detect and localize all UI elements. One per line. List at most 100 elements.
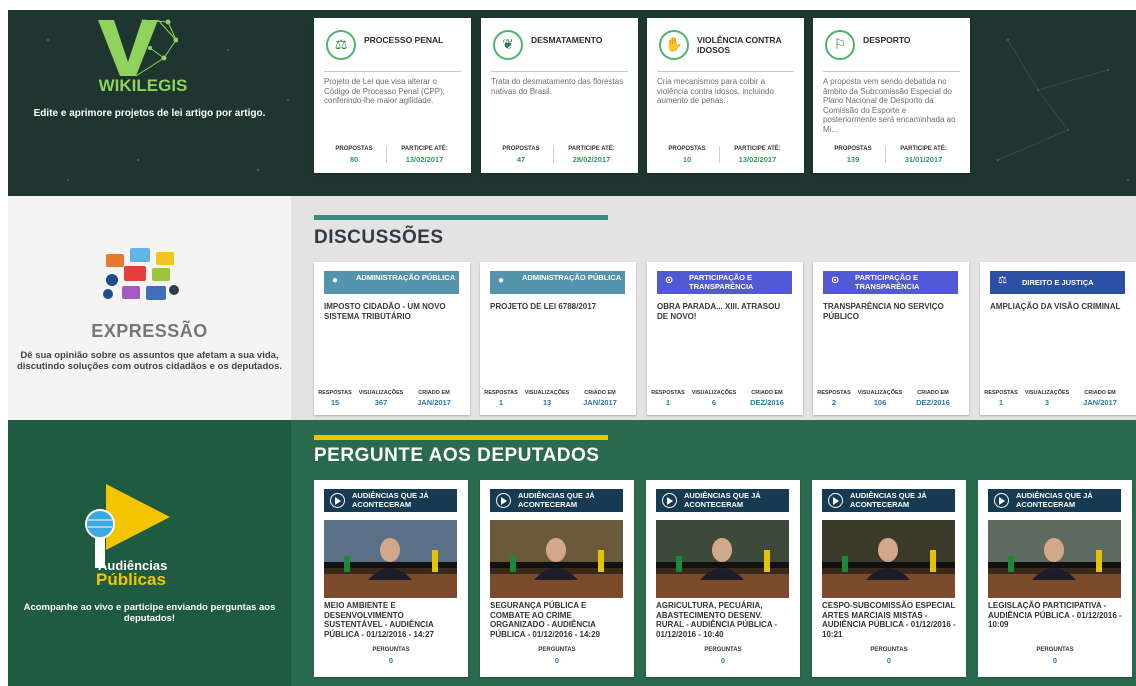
audiencia-card[interactable]: AUDIÊNCIAS QUE JÁ ACONTECERAM AGRICULTURA… <box>646 480 800 677</box>
person-icon: ● <box>332 275 339 286</box>
stat-label: PARTICIPE ATÉ: <box>900 146 947 152</box>
expressao-section: EXPRESSÃO Dê sua opinião sobre os assunt… <box>8 196 1136 420</box>
discussion-title[interactable]: IMPOSTO CIDADÃO - UM NOVO SISTEMA TRIBUT… <box>324 302 460 321</box>
person-icon: ● <box>498 275 505 286</box>
stat-label: VISUALIZAÇÕES <box>691 390 737 396</box>
project-description: Cria mecanismos para coibir a violência … <box>657 77 774 105</box>
audiencia-title[interactable]: CESPO-SUBCOMISSÃO ESPECIAL ARTES MARCIAI… <box>822 601 958 639</box>
propostas-stat: PROPOSTAS 47 <box>491 146 551 163</box>
category-tag[interactable]: ⊙ PARTICIPAÇÃO E TRANSPARÊNCIA <box>823 271 958 294</box>
stat-value: 106 <box>873 398 887 407</box>
stat-label: CRIADO EM <box>917 390 949 396</box>
stat-label: RESPOSTAS <box>817 390 851 396</box>
stat-value: 15 <box>330 398 340 407</box>
wikilegis-logo-icon[interactable] <box>98 18 178 78</box>
wikilegis-section: WIKILEGIS Edite e aprimore projetos de l… <box>8 10 1136 196</box>
audiencias-tag-label: AUDIÊNCIAS QUE JÁ ACONTECERAM <box>352 491 429 509</box>
discussion-title[interactable]: OBRA PARADA... XIII. ATRASOU DE NOVO! <box>657 302 793 321</box>
audiencia-card[interactable]: AUDIÊNCIAS QUE JÁ ACONTECERAM LEGISLAÇÃO … <box>978 480 1132 677</box>
audiencia-card[interactable]: AUDIÊNCIAS QUE JÁ ACONTECERAM SEGURANÇA P… <box>480 480 634 677</box>
stat-label: PERGUNTAS <box>704 647 742 653</box>
play-icon <box>496 493 511 508</box>
audiencia-title[interactable]: SEGURANÇA PÚBLICA E COMBATE AO CRIME ORG… <box>490 601 626 639</box>
propostas-stat: PROPOSTAS 80 <box>324 146 384 163</box>
play-icon <box>662 493 677 508</box>
runner-icon: ⚐ <box>825 30 855 60</box>
category-label: DIREITO E JUSTIÇA <box>1022 278 1094 287</box>
stat-value: 1 <box>998 398 1004 407</box>
discussion-stat: RESPOSTAS 15 <box>316 390 354 406</box>
project-card[interactable]: ⚐ DESPORTO A proposta vem sendo debatida n… <box>813 18 970 173</box>
discussion-title[interactable]: PROJETO DE LEI 6788/2017 <box>490 302 626 312</box>
audiencias-description: Acompanhe ao vivo e participe enviando p… <box>23 602 276 624</box>
project-description: A proposta vem sendo debatida no âmbito … <box>823 77 956 134</box>
discussion-stat: CRIADO EM JAN/2017 <box>410 390 458 406</box>
stat-label: VISUALIZAÇÕES <box>524 390 570 396</box>
audiencias-tag-label: AUDIÊNCIAS QUE JÁ ACONTECERAM <box>850 491 927 509</box>
category-tag[interactable]: ● ADMINISTRAÇÃO PÚBLICA <box>324 271 459 294</box>
audiencia-title[interactable]: AGRICULTURA, PECUÁRIA, ABASTECIMENTO DES… <box>656 601 792 639</box>
stat-value: JAN/2017 <box>417 398 451 407</box>
expressao-description: Dê sua opinião sobre os assuntos que afe… <box>17 350 282 372</box>
stat-label: RESPOSTAS <box>318 390 352 396</box>
discussion-stat: RESPOSTAS 1 <box>649 390 687 406</box>
audiencia-title[interactable]: LEGISLAÇÃO PARTICIPATIVA - AUDIÊNCIA PÚB… <box>988 601 1124 630</box>
stat-label: PERGUNTAS <box>538 647 576 653</box>
discussion-stat: RESPOSTAS 1 <box>982 390 1020 406</box>
discussoes-title: DISCUSSÕES <box>314 227 444 248</box>
audiencias-tag[interactable]: AUDIÊNCIAS QUE JÁ ACONTECERAM <box>988 489 1121 512</box>
category-tag[interactable]: ● ADMINISTRAÇÃO PÚBLICA <box>490 271 625 294</box>
project-card[interactable]: ⚖ PROCESSO PENAL Projeto de Lei que visa a… <box>314 18 471 173</box>
perguntas-stat: PERGUNTAS 0 <box>314 647 468 665</box>
audiencia-title[interactable]: MEIO AMBIENTE E DESENVOLVIMENTO SUSTENTÁ… <box>324 601 460 639</box>
discussion-card[interactable]: ● ADMINISTRAÇÃO PÚBLICA PROJETO DE LEI 678… <box>480 262 636 415</box>
stat-value: 0 <box>1052 656 1058 665</box>
discussion-card[interactable]: ⊙ PARTICIPAÇÃO E TRANSPARÊNCIA TRANSPARÊNC… <box>813 262 969 415</box>
stat-value: DEZ/2016 <box>750 398 784 407</box>
audiencias-tag[interactable]: AUDIÊNCIAS QUE JÁ ACONTECERAM <box>324 489 457 512</box>
discussion-title[interactable]: AMPLIAÇÃO DA VISÃO CRIMINAL <box>990 302 1126 312</box>
audiencias-tag[interactable]: AUDIÊNCIAS QUE JÁ ACONTECERAM <box>656 489 789 512</box>
video-thumbnail[interactable] <box>988 520 1121 598</box>
video-thumbnail[interactable] <box>490 520 623 598</box>
video-thumbnail[interactable] <box>324 520 457 598</box>
audiencia-card[interactable]: AUDIÊNCIAS QUE JÁ ACONTECERAM CESPO-SUBCO… <box>812 480 966 677</box>
discussion-title[interactable]: TRANSPARÊNCIA NO SERVIÇO PÚBLICO <box>823 302 959 321</box>
project-description: Trata do desmatamento das florestas nati… <box>491 77 624 96</box>
speech-bubbles-logo-icon[interactable] <box>96 246 196 314</box>
stat-value: 13/02/2017 <box>405 155 444 164</box>
stat-value: 1 <box>498 398 504 407</box>
stat-label: PROPOSTAS <box>335 146 373 152</box>
audiencia-card[interactable]: AUDIÊNCIAS QUE JÁ ACONTECERAM MEIO AMBIEN… <box>314 480 468 677</box>
audiencias-tag-label: AUDIÊNCIAS QUE JÁ ACONTECERAM <box>684 491 761 509</box>
audiencias-section: Audiências Públicas Acompanhe ao vivo e … <box>8 420 1136 686</box>
play-icon <box>330 493 345 508</box>
participe-ate-stat: PARTICIPE ATÉ: 31/01/2017 <box>885 146 961 163</box>
category-tag[interactable]: ⊙ PARTICIPAÇÃO E TRANSPARÊNCIA <box>657 271 792 294</box>
discussion-card[interactable]: ⚖ DIREITO E JUSTIÇA AMPLIAÇÃO DA VISÃO CRI… <box>980 262 1136 415</box>
stat-value: 0 <box>886 656 892 665</box>
project-card[interactable]: ✋ VIOLÊNCIA CONTRA IDOSOS Cria mecanismos … <box>647 18 804 173</box>
audiencias-tag[interactable]: AUDIÊNCIAS QUE JÁ ACONTECERAM <box>490 489 623 512</box>
project-card[interactable]: ❦ DESMATAMENTO Trata do desmatamento das f… <box>481 18 638 173</box>
discussion-card[interactable]: ● ADMINISTRAÇÃO PÚBLICA IMPOSTO CIDADÃO - … <box>314 262 470 415</box>
perguntas-stat: PERGUNTAS 0 <box>480 647 634 665</box>
divider <box>491 71 628 72</box>
project-title: DESPORTO <box>863 35 911 45</box>
pergunte-title: PERGUNTE AOS DEPUTADOS <box>314 445 600 466</box>
discussion-stat: VISUALIZAÇÕES 3 <box>1020 390 1074 406</box>
divider <box>657 71 794 72</box>
audiencias-brand-line2: Públicas <box>96 570 166 589</box>
audiencias-tag[interactable]: AUDIÊNCIAS QUE JÁ ACONTECERAM <box>822 489 955 512</box>
stat-label: PROPOSTAS <box>502 146 540 152</box>
category-tag[interactable]: ⚖ DIREITO E JUSTIÇA <box>990 271 1125 294</box>
video-thumbnail[interactable] <box>822 520 955 598</box>
stat-value: 13/02/2017 <box>738 155 777 164</box>
discussion-stat: CRIADO EM JAN/2017 <box>576 390 624 406</box>
stat-value: 13 <box>542 398 552 407</box>
stat-label: PROPOSTAS <box>668 146 706 152</box>
video-thumbnail[interactable] <box>656 520 789 598</box>
stat-value: 10 <box>682 155 692 164</box>
discussion-card[interactable]: ⊙ PARTICIPAÇÃO E TRANSPARÊNCIA OBRA PARADA… <box>647 262 803 415</box>
play-icon <box>828 493 843 508</box>
